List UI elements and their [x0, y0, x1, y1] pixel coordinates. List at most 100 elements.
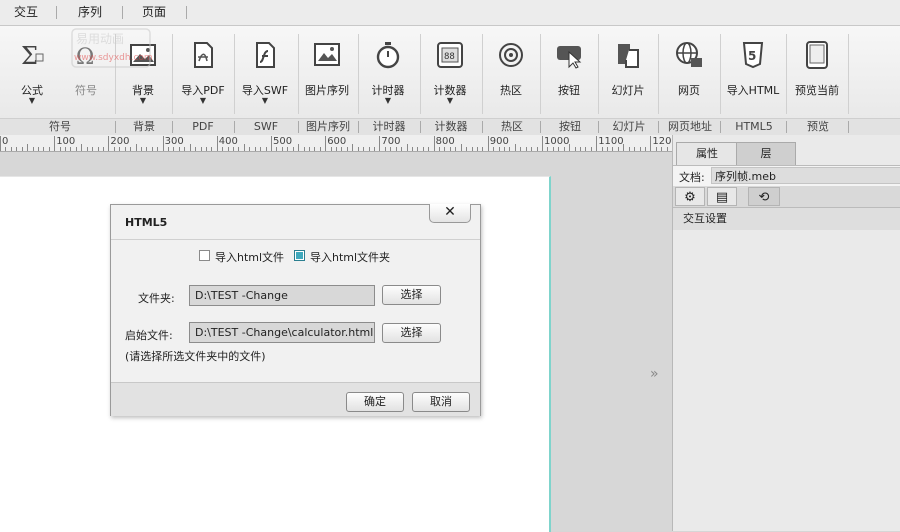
film-strip-icon[interactable]: ▤ [707, 187, 737, 206]
ruler-tick [276, 147, 278, 151]
ruler-label: 400 [218, 136, 238, 147]
interaction-loop-icon[interactable]: ⟲ [748, 187, 780, 206]
import-pdf-button[interactable]: 导入PDF ▼ [174, 26, 232, 118]
menu-separator [122, 6, 123, 19]
counter-button[interactable]: 88 计数器 ▼ [422, 26, 478, 118]
ruler-label: 1000 [544, 136, 570, 147]
gear-icon[interactable]: ⚙ [675, 187, 705, 206]
ok-button[interactable]: 确定 [346, 392, 404, 412]
button-tool-button[interactable]: 按钮 [542, 26, 596, 118]
svg-text:易用动画: 易用动画 [76, 32, 124, 46]
import-html-button[interactable]: 5 导入HTML [722, 26, 784, 118]
chevron-down-icon: ▼ [261, 96, 269, 105]
group-separator [298, 121, 299, 133]
import-html-file-checkbox[interactable] [199, 250, 210, 261]
preview-current-button[interactable]: 预览当前 [788, 26, 846, 118]
group-label-preview: 预览 [807, 120, 829, 133]
ruler-tick [542, 136, 543, 151]
ruler-tick [211, 147, 213, 151]
formula-button[interactable]: Σ 公式 ▼ [6, 26, 58, 118]
group-separator [358, 121, 359, 133]
ruler-tick [634, 147, 636, 151]
start-file-field[interactable]: D:\TEST -Change\calculator.html [189, 322, 375, 343]
ruler-tick [75, 147, 77, 151]
group-separator [234, 121, 235, 133]
panel-icon-tabs: ⚙ ▤ ⟲ [673, 186, 900, 208]
ruler-tick [666, 147, 668, 151]
menu-separator [186, 6, 187, 19]
cancel-button[interactable]: 取消 [412, 392, 470, 412]
ruler-tick [455, 147, 457, 151]
ruler-tick [644, 147, 646, 151]
slideshow-icon [618, 44, 639, 68]
ruler-tick [189, 144, 191, 151]
import-html-folder-label: 导入html文件夹 [310, 251, 391, 264]
button-tool-label: 按钮 [558, 84, 580, 97]
menu-tab-sequence[interactable]: 序列 [62, 0, 118, 25]
collapse-panel-icon[interactable]: » [650, 366, 659, 382]
document-name-field[interactable]: 序列帧.meb [711, 167, 900, 184]
tab-properties[interactable]: 属性 [676, 142, 738, 165]
ruler-label: 200 [110, 136, 130, 147]
ruler-tick [655, 147, 657, 151]
ruler-tick [498, 147, 500, 151]
ruler-tick [227, 147, 229, 151]
group-label-slideshow: 幻灯片 [612, 120, 646, 133]
hint-text: (请选择所选文件夹中的文件) [125, 350, 266, 363]
globe-icon [676, 42, 702, 67]
ruler-tick [92, 147, 94, 151]
ruler-tick [216, 136, 218, 151]
ruler-label: 800 [435, 136, 455, 147]
ruler-tick [574, 147, 576, 151]
document-label: 文档: [679, 171, 705, 184]
ruler-tick [661, 147, 663, 151]
ruler-tick [298, 144, 300, 151]
ruler-label: 500 [273, 136, 293, 147]
choose-file-button[interactable]: 选择 [382, 323, 441, 343]
ruler-tick [531, 147, 533, 151]
image-sequence-button[interactable]: 图片序列 [300, 26, 354, 118]
ruler-tick [162, 136, 164, 151]
ruler-tick [514, 144, 516, 151]
ruler-tick [439, 147, 441, 151]
hotspot-button[interactable]: 热区 [484, 26, 538, 118]
tab-layers[interactable]: 层 [736, 142, 796, 165]
slideshow-button[interactable]: 幻灯片 [600, 26, 656, 118]
choose-folder-button[interactable]: 选择 [382, 285, 441, 305]
ruler-tick [590, 147, 592, 151]
image-sequence-icon [314, 43, 340, 66]
import-html-folder-checkbox[interactable] [294, 250, 305, 261]
interaction-settings-header: 交互设置 [673, 208, 900, 230]
close-button[interactable]: ✕ [429, 204, 471, 223]
ruler-tick [346, 147, 348, 151]
menu-tab-page[interactable]: 页面 [128, 0, 180, 25]
menu-tab-interaction[interactable]: 交互 [0, 0, 52, 25]
ruler-tick [59, 147, 61, 151]
ruler-tick [476, 147, 478, 151]
folder-path-field[interactable]: D:\TEST -Change [189, 285, 375, 306]
import-swf-button[interactable]: 导入SWF ▼ [236, 26, 294, 118]
import-html-file-label: 导入html文件 [215, 251, 285, 264]
ruler-tick [168, 147, 170, 151]
dialog-footer: 确定 取消 [111, 382, 480, 416]
ruler-tick [628, 147, 630, 151]
ribbon-separator [598, 34, 599, 114]
webpage-button[interactable]: 网页 [660, 26, 718, 118]
ruler-tick [368, 147, 370, 151]
group-separator [598, 121, 599, 133]
ruler-tick [5, 147, 7, 151]
ruler-label: 900 [489, 136, 509, 147]
sigma-icon: Σ [21, 42, 44, 70]
ruler-tick [81, 144, 83, 151]
svg-text:88: 88 [444, 52, 455, 62]
ruler-tick [119, 147, 121, 151]
pdf-icon [194, 42, 213, 68]
ruler-tick [184, 147, 186, 151]
ruler-tick [487, 136, 489, 151]
ruler-tick [390, 147, 392, 151]
ruler-tick [130, 147, 132, 151]
timer-button[interactable]: 计时器 ▼ [360, 26, 416, 118]
ruler-tick [135, 144, 137, 151]
ruler-tick [607, 147, 609, 151]
ruler-tick [37, 147, 39, 151]
